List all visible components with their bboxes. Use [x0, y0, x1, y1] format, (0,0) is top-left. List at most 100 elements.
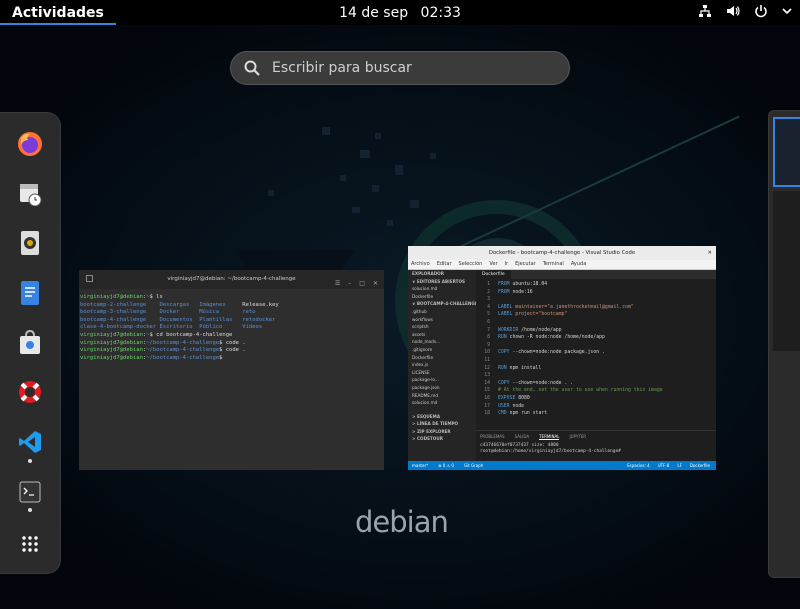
panel-line: root@debian:/home/virginiayjd7/bootcamp-… — [480, 449, 624, 454]
code-keyword: LABEL — [498, 304, 513, 310]
dash-item-evolution[interactable] — [11, 174, 49, 212]
code-line: 2 FROM node:16 — [476, 289, 716, 297]
line-number: 14 — [484, 380, 490, 386]
dash-item-documentos[interactable] — [11, 274, 49, 312]
explorer-file[interactable]: scriptsh — [408, 323, 476, 331]
explorer-file[interactable]: .gitignore — [408, 346, 476, 354]
line-number: 3 — [487, 297, 490, 303]
status-item[interactable]: LF — [677, 461, 682, 470]
vscode-editor[interactable]: Dockerfile 1 FROM ubuntu:18.04 2 FROM node:… — [476, 270, 716, 461]
workspace-thumbnail-next[interactable] — [768, 110, 800, 578]
search-entry[interactable]: Escribir para buscar — [230, 51, 570, 85]
open-editor-item[interactable]: Dockerfile — [408, 293, 476, 301]
panel-tab[interactable]: TERMINAL — [539, 434, 560, 440]
explorer-file[interactable]: node_mods... — [408, 338, 476, 346]
activities-button[interactable]: Actividades — [0, 0, 116, 25]
terminal-line: virginiayjd7@debian:~/bootcamp-4-challen… — [80, 347, 383, 355]
code-line: 1 FROM ubuntu:18.04 — [476, 281, 716, 289]
dash-item-rhythmbox[interactable] — [11, 224, 49, 262]
dash-item-firefox[interactable] — [11, 125, 49, 163]
system-tray[interactable] — [698, 4, 792, 18]
dash-item-software[interactable] — [11, 323, 49, 361]
terminal-window[interactable]: virginiayjd7@debian: ~/bootcamp-4-challe… — [79, 270, 384, 470]
terminal-line: virginiayjd7@debian:~/bootcamp-4-challen… — [80, 355, 383, 363]
panel-tab[interactable]: PROBLEMAS — [480, 434, 505, 440]
bottom-panel[interactable]: PROBLEMAS SALIDA TERMINAL JUPYTER c43746670… — [476, 430, 716, 461]
menu-item[interactable]: Ir — [505, 260, 509, 269]
maximize-icon[interactable]: □ — [359, 274, 365, 293]
ls-entry: Escritorio — [159, 324, 200, 331]
panel-tab[interactable]: JUPYTER — [569, 434, 586, 440]
dash-item-terminal[interactable] — [11, 473, 49, 511]
clock[interactable]: 14 de sep 02:33 — [0, 5, 800, 21]
menu-item[interactable]: Terminal — [543, 260, 564, 269]
clock-date: 14 de sep — [339, 5, 409, 21]
menu-item[interactable]: Archivo — [411, 260, 430, 269]
panel-terminal-output[interactable]: c43746670ef0737437 size: 4800 root@debian… — [476, 443, 716, 455]
dash-item-vscode[interactable] — [11, 423, 49, 461]
ls-entry: bootcamp-2-challenge — [80, 301, 160, 308]
close-icon[interactable]: ✕ — [708, 246, 712, 260]
new-tab-icon[interactable] — [86, 275, 93, 282]
explorer-file[interactable]: Dockerfile — [408, 354, 476, 362]
status-item[interactable]: Espacios: 4 — [627, 461, 650, 470]
code-keyword: COPY — [498, 380, 510, 386]
status-item[interactable]: master* — [412, 461, 428, 470]
code-line: 6 — [476, 319, 716, 327]
status-item[interactable]: Git Graph — [464, 461, 483, 470]
status-item[interactable]: ⊗ 0 ⚠ 0 — [438, 461, 454, 470]
network-icon — [699, 5, 711, 17]
menu-item[interactable]: Ver — [489, 260, 497, 269]
terminal-output[interactable]: virginiayjd7@debian:~$ ls bootcamp-2-chal… — [79, 289, 384, 362]
status-item[interactable]: Dockerfile — [690, 461, 710, 470]
menu-item[interactable]: Editar — [437, 260, 452, 269]
explorer-file[interactable]: LICENSE — [408, 369, 476, 377]
tab-dockerfile[interactable]: Dockerfile — [476, 270, 511, 279]
ls-entry: Público — [199, 324, 243, 331]
open-editors-header[interactable]: ∨ EDITORES ABIERTOS — [408, 278, 476, 286]
terminal-title: virginiayjd7@debian: ~/bootcamp-4-challe… — [167, 276, 296, 282]
code-line: 16 EXPOSE 8080 — [476, 395, 716, 403]
code-text: --chown=node:node package.json . — [509, 350, 605, 356]
code-line: 8 RUN chown -R node:node /home/node/app — [476, 334, 716, 342]
ls-entry: Música — [199, 309, 243, 316]
minimize-icon[interactable]: – — [348, 274, 351, 293]
menu-icon[interactable]: ☰ — [335, 274, 340, 293]
dash — [0, 112, 61, 574]
dash-item-ayuda[interactable] — [11, 373, 49, 411]
explorer-file[interactable]: workflows — [408, 316, 476, 324]
vscode-statusbar: master* ⊗ 0 ⚠ 0 Git Graph Espacios: 4 UTF-8 L… — [408, 461, 716, 470]
project-header[interactable]: ∨ BOOTCAMP-4-CHALLENGE — [408, 300, 476, 308]
sidebar-section[interactable]: > ESQUEMA — [408, 413, 476, 421]
explorer-file[interactable]: assets — [408, 331, 476, 339]
explorer-file[interactable]: package.json — [408, 384, 476, 392]
code-keyword: RUN — [498, 335, 507, 341]
open-editor-item[interactable]: solucion.md — [408, 285, 476, 293]
explorer-file[interactable]: solucion.md — [408, 399, 476, 407]
explorer-file[interactable]: README.md — [408, 392, 476, 400]
vscode-explorer[interactable]: EXPLORADOR ∨ EDITORES ABIERTOS solucion.m… — [408, 270, 476, 461]
code-keyword: RUN — [498, 365, 507, 371]
explorer-file[interactable]: .github — [408, 308, 476, 316]
status-item[interactable]: UTF-8 — [658, 461, 670, 470]
menu-item[interactable]: Selección — [459, 260, 483, 269]
line-number: 13 — [484, 373, 490, 379]
terminal-titlebar[interactable]: virginiayjd7@debian: ~/bootcamp-4-challe… — [79, 270, 384, 289]
explorer-file[interactable]: index.js — [408, 361, 476, 369]
show-apps-button[interactable] — [11, 525, 49, 563]
line-number: 2 — [487, 289, 490, 295]
explorer-file[interactable]: package-lo... — [408, 376, 476, 384]
sidebar-section[interactable]: > CODETOUR — [408, 435, 476, 443]
vscode-menubar: Archivo Editar Selección Ver Ir Ejecutar Termi… — [408, 260, 716, 270]
sidebar-section[interactable]: > ZIP EXPLORER — [408, 428, 476, 436]
prompt-user: virginiayjd7@debian — [80, 354, 143, 361]
panel-tab[interactable]: SALIDA — [515, 434, 530, 440]
vscode-window[interactable]: Dockerfile - bootcamp-4-challenge - Visu… — [408, 246, 716, 470]
close-icon[interactable]: ✕ — [373, 274, 378, 293]
menu-item[interactable]: Ayuda — [571, 260, 586, 269]
sidebar-section[interactable]: > LÍNEA DE TIEMPO — [408, 420, 476, 428]
vscode-titlebar[interactable]: Dockerfile - bootcamp-4-challenge - Visu… — [408, 246, 716, 260]
editor-code[interactable]: 1 FROM ubuntu:18.04 2 FROM node:16 3 4 LABEL m… — [476, 279, 716, 418]
menu-item[interactable]: Ejecutar — [515, 260, 536, 269]
ls-entry: Imágenes — [199, 301, 243, 308]
